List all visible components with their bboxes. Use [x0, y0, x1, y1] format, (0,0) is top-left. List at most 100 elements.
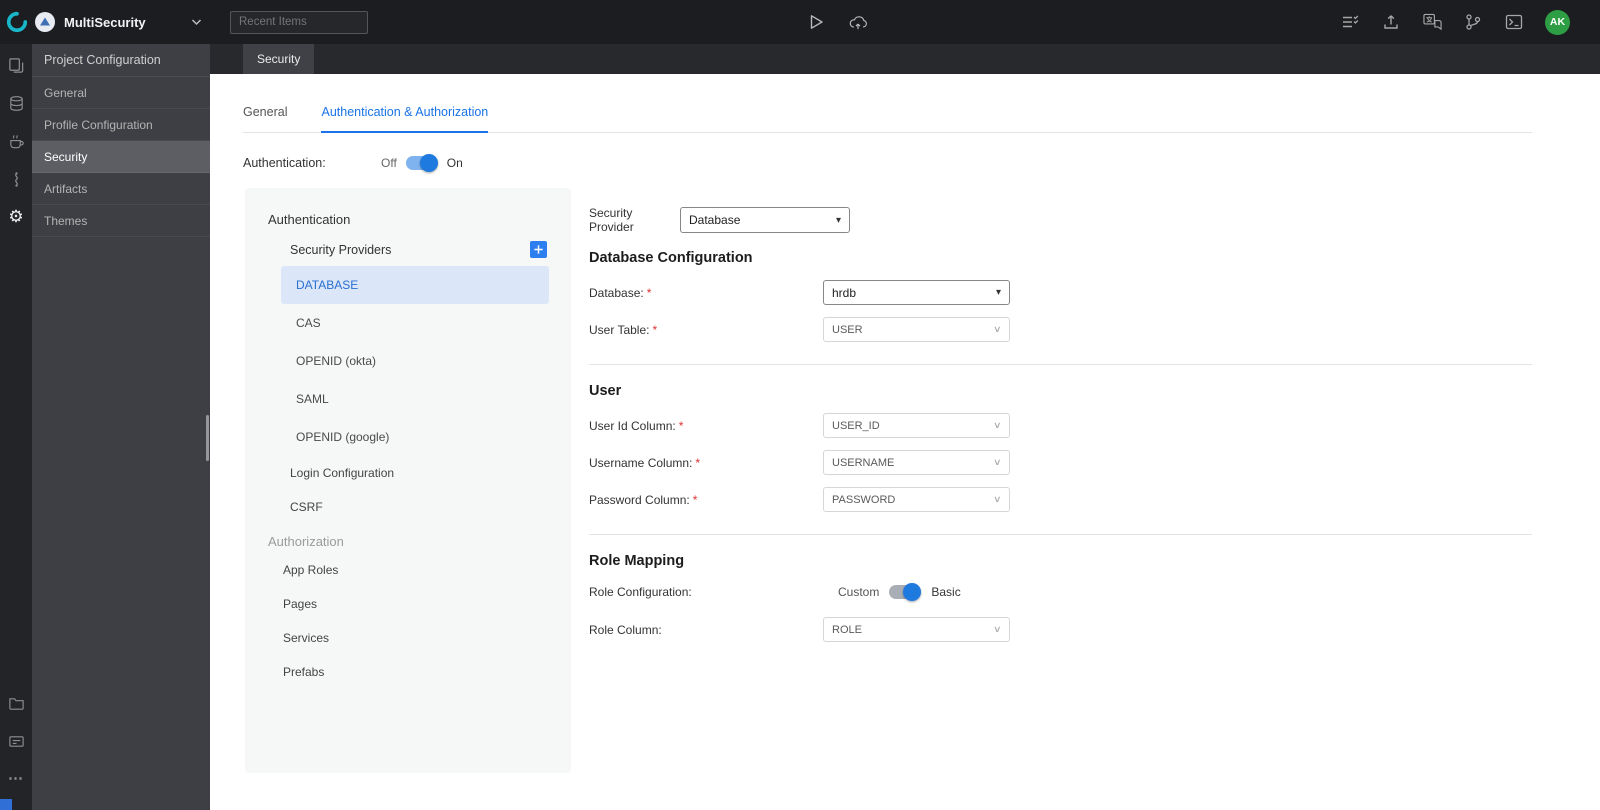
project-avatar-icon [34, 11, 56, 33]
recent-items-input[interactable] [230, 10, 368, 34]
sidebar-item-themes[interactable]: Themes [32, 205, 210, 237]
nav-item-csrf[interactable]: CSRF [245, 490, 571, 524]
export-project-icon[interactable] [7, 732, 25, 750]
add-provider-button[interactable] [530, 241, 547, 258]
toggle-thumb [419, 154, 438, 172]
role-configuration-row: Role Configuration: Custom Basic [589, 583, 1532, 601]
chevron-down-icon: ∨ [993, 624, 1002, 634]
nav-item-provider-saml[interactable]: SAML [281, 380, 549, 418]
security-provider-select[interactable]: Database ▾ [680, 207, 850, 233]
user-table-value: USER [832, 323, 863, 336]
username-column-label: Username Column: * [589, 455, 701, 470]
password-column-select[interactable]: PASSWORD ∨ [823, 487, 1010, 512]
database-select[interactable]: hrdb ▾ [823, 280, 1010, 305]
username-column-row: Username Column: * USERNAME ∨ [589, 450, 1532, 475]
nav-item-provider-openid-okta[interactable]: OPENID (okta) [281, 342, 549, 380]
toggle-on-label: On [446, 156, 463, 170]
user-id-column-value: USER_ID [832, 419, 880, 432]
authentication-toggle-row: Authentication: Off On [243, 154, 1532, 172]
checklist-icon[interactable] [1340, 12, 1360, 32]
role-configuration-toggle[interactable] [889, 583, 922, 601]
role-mapping-heading: Role Mapping [589, 553, 685, 569]
project-selector[interactable]: MultiSecurity [34, 11, 212, 33]
user-id-column-label: User Id Column: * [589, 418, 684, 433]
version-control-icon[interactable] [1463, 12, 1483, 32]
nav-item-provider-openid-google[interactable]: OPENID (google) [281, 418, 549, 456]
database-icon[interactable] [7, 94, 25, 112]
database-configuration-heading: Database Configuration [589, 250, 753, 266]
folder-icon[interactable] [7, 694, 25, 712]
topbar-center-actions [806, 0, 868, 44]
run-preview-icon[interactable] [806, 12, 826, 32]
required-marker: * [678, 418, 684, 433]
chevron-down-icon: ▾ [835, 214, 841, 226]
username-column-select[interactable]: USERNAME ∨ [823, 450, 1010, 475]
nav-item-pages[interactable]: Pages [245, 587, 571, 621]
user-table-row: User Table: * USER ∨ [589, 317, 1532, 342]
required-marker: * [646, 285, 652, 300]
security-provider-row: Security Provider Database ▾ [589, 206, 1532, 234]
authentication-toggle[interactable] [405, 154, 438, 172]
database-label: Database: * [589, 285, 652, 300]
sidebar-item-artifacts[interactable]: Artifacts [32, 173, 210, 205]
export-icon[interactable] [1381, 12, 1401, 32]
authentication-label: Authentication: [243, 156, 326, 170]
security-providers-label: Security Providers [290, 242, 392, 257]
settings-icon[interactable]: ⚙ [7, 208, 25, 226]
role-column-label: Role Column: [589, 622, 662, 637]
localization-icon[interactable] [1422, 12, 1442, 32]
sidebar-scrollbar[interactable] [206, 415, 209, 461]
top-bar: MultiSecurity AK [0, 0, 1600, 44]
console-icon[interactable] [1504, 12, 1524, 32]
section-divider [589, 364, 1532, 365]
plus-icon [533, 244, 544, 255]
tab-general[interactable]: General [243, 105, 287, 132]
more-options-icon[interactable]: ⋯ [7, 770, 25, 788]
nav-item-provider-cas[interactable]: CAS [281, 304, 549, 342]
sidebar-item-general[interactable]: General [32, 77, 210, 109]
cloud-deploy-icon[interactable] [848, 12, 868, 32]
project-name: MultiSecurity [64, 14, 146, 30]
user-heading: User [589, 383, 622, 399]
security-provider-value: Database [689, 213, 741, 227]
role-custom-label: Custom [838, 585, 880, 599]
security-editor: General Authentication & Authorization A… [210, 74, 1600, 810]
sidebar-item-profile-configuration[interactable]: Profile Configuration [32, 109, 210, 141]
editor-tab-security[interactable]: Security [243, 44, 315, 74]
user-avatar[interactable]: AK [1545, 9, 1570, 35]
tab-authentication-authorization[interactable]: Authentication & Authorization [321, 105, 488, 133]
security-config-nav: Authentication Security Providers DATABA… [245, 188, 571, 773]
role-column-select[interactable]: ROLE ∨ [823, 617, 1010, 642]
workspace-rail: ⚙ ⋯ [0, 44, 32, 810]
password-column-label: Password Column: * [589, 492, 698, 507]
required-marker: * [692, 492, 698, 507]
provider-config-form: Security Provider Database ▾ Database Co… [571, 188, 1545, 773]
toggle-thumb [903, 583, 922, 601]
sidebar-item-security[interactable]: Security [32, 141, 210, 173]
security-providers-row[interactable]: Security Providers [290, 241, 547, 258]
chevron-down-icon: ∨ [993, 324, 1002, 334]
nav-item-app-roles[interactable]: App Roles [245, 553, 571, 587]
nav-item-login-configuration[interactable]: Login Configuration [245, 456, 571, 490]
required-marker: * [695, 455, 701, 470]
project-configuration-sidebar: Project Configuration General Profile Co… [32, 44, 210, 810]
nav-item-provider-database[interactable]: DATABASE [281, 266, 549, 304]
chevron-down-icon: ∨ [993, 457, 1002, 467]
java-services-icon[interactable] [7, 132, 25, 150]
user-table-select[interactable]: USER ∨ [823, 317, 1010, 342]
apis-icon[interactable] [7, 170, 25, 188]
role-configuration-label: Role Configuration: [589, 585, 692, 599]
nav-item-services[interactable]: Services [245, 621, 571, 655]
nav-section-authentication: Authentication [268, 212, 351, 227]
bottom-corner-indicator[interactable] [0, 799, 12, 810]
wavemaker-logo-icon[interactable] [0, 11, 34, 33]
user-id-column-select[interactable]: USER_ID ∨ [823, 413, 1010, 438]
pages-icon[interactable] [7, 56, 25, 74]
security-provider-label: Security Provider [589, 206, 634, 234]
toggle-off-label: Off [381, 156, 397, 170]
topbar-right-actions: AK [1340, 0, 1570, 44]
database-value: hrdb [832, 285, 857, 300]
chevron-down-icon: ∨ [993, 494, 1002, 504]
user-table-label: User Table: * [589, 322, 658, 337]
nav-item-prefabs[interactable]: Prefabs [245, 655, 571, 689]
